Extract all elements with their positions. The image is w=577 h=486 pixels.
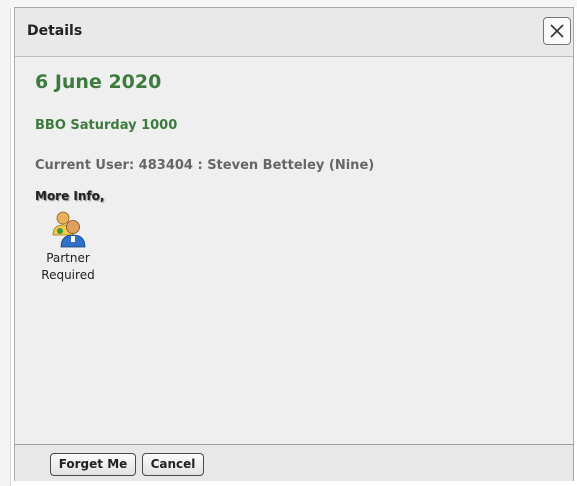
close-icon bbox=[550, 24, 564, 38]
current-user-info: Current User: 483404 : Steven Betteley (… bbox=[35, 158, 375, 173]
close-button[interactable] bbox=[543, 17, 571, 45]
partner-label-line2: Required bbox=[41, 268, 95, 282]
dialog-content: 6 June 2020 BBO Saturday 1000 Current Us… bbox=[15, 57, 573, 444]
cancel-button[interactable]: Cancel bbox=[142, 453, 204, 476]
partner-label-line1: Partner bbox=[46, 251, 90, 265]
more-info-label: More Info, bbox=[35, 189, 105, 203]
event-name: BBO Saturday 1000 bbox=[35, 118, 178, 133]
forget-me-button[interactable]: Forget Me bbox=[50, 453, 136, 476]
users-icon bbox=[52, 211, 86, 248]
details-dialog: Details 6 June 2020 BBO Saturday 1000 Cu… bbox=[14, 7, 574, 481]
dialog-footer: Forget Me Cancel bbox=[15, 444, 573, 481]
partner-required-item[interactable]: Partner Required bbox=[33, 209, 103, 284]
dialog-titlebar: Details bbox=[15, 8, 573, 57]
event-date: 6 June 2020 bbox=[35, 71, 162, 93]
dialog-title: Details bbox=[27, 23, 83, 39]
background-left-strip bbox=[0, 0, 11, 486]
